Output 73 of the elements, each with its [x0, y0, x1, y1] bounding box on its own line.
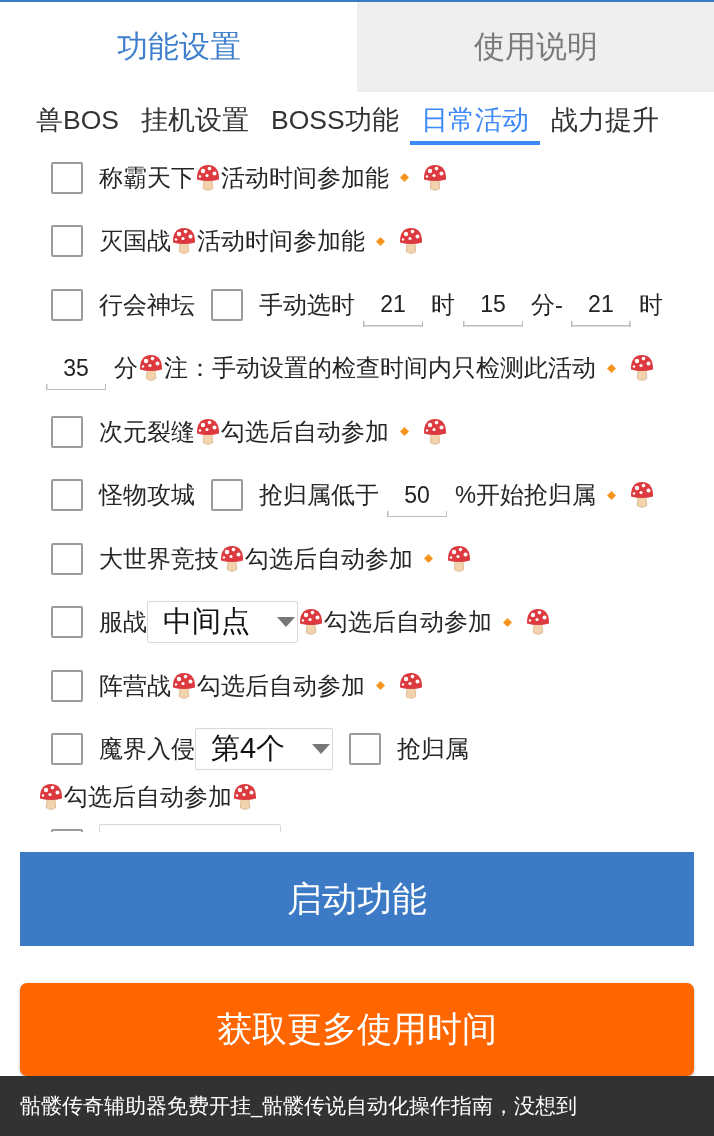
- caption-bar: 骷髅传奇辅助器免费开挂_骷髅传说自动化操作指南，没想到: [0, 1076, 714, 1136]
- diamond-icon: [376, 236, 385, 246]
- category-tab[interactable]: 挂机设置: [129, 92, 260, 145]
- option-text: 抢归属: [397, 735, 470, 765]
- mushroom-icon: [447, 544, 471, 573]
- checkbox[interactable]: [51, 669, 83, 702]
- checkbox[interactable]: [51, 542, 83, 575]
- mushroom-icon: [399, 227, 423, 256]
- checkbox[interactable]: [51, 225, 83, 258]
- mushroom-icon: [423, 417, 447, 446]
- checkbox[interactable]: [211, 479, 243, 512]
- checkbox[interactable]: [349, 733, 382, 766]
- category-tab[interactable]: 兽BOS: [25, 92, 130, 145]
- checkbox[interactable]: [51, 161, 83, 194]
- diamond-icon: [503, 617, 512, 627]
- mushroom-icon: [233, 783, 257, 811]
- mushroom-icon: [423, 163, 447, 192]
- option-text: 勾选后自动参加: [324, 608, 492, 638]
- dropdown[interactable]: 中间点: [147, 601, 298, 644]
- option-text: 时: [638, 290, 663, 320]
- option-text: 活动时间参加能: [221, 163, 389, 193]
- option-text: 灭国战: [99, 227, 171, 257]
- option-text: 魔界入侵: [99, 735, 195, 765]
- mushroom-icon: [39, 783, 63, 811]
- option-text: 勾选后自动参加: [64, 783, 232, 812]
- category-tab[interactable]: BOSS功能: [259, 92, 410, 145]
- mushroom-icon: [630, 354, 654, 383]
- caret-icon: [312, 744, 331, 755]
- option-text: 手动选时: [259, 290, 355, 320]
- dropdown[interactable]: 第4个: [195, 728, 334, 771]
- option-text: 分: [114, 354, 138, 384]
- option-text: 注：手动设置的检查时间内只检测此活动: [164, 354, 596, 384]
- checkbox[interactable]: [51, 288, 83, 321]
- diamond-icon: [400, 173, 409, 183]
- mushroom-icon: [220, 544, 244, 573]
- option-text: 大世界竞技: [99, 544, 219, 574]
- caret-icon: [277, 617, 295, 628]
- option-text: %开始抢归属: [455, 481, 597, 511]
- option-text: 勾选后自动参加: [197, 671, 365, 701]
- checkbox[interactable]: [51, 733, 83, 766]
- diamond-icon: [376, 681, 385, 691]
- category-tab[interactable]: 战力提升: [539, 92, 670, 145]
- mushroom-icon: [299, 608, 323, 637]
- option-text: 称霸天下: [99, 163, 195, 193]
- mushroom-icon: [526, 608, 550, 637]
- option-text: 阵营战: [99, 671, 171, 701]
- mushroom-icon: [172, 671, 196, 700]
- mushroom-icon: [196, 163, 220, 192]
- mushroom-icon: [139, 354, 163, 383]
- option-text: 勾选后自动参加: [221, 417, 389, 447]
- diamond-icon: [400, 427, 409, 437]
- checkbox[interactable]: [211, 288, 243, 321]
- option-text: 勾选后自动参加: [245, 544, 413, 574]
- option-text: 活动时间参加能: [197, 227, 365, 257]
- diamond-icon: [607, 363, 616, 373]
- mushroom-icon: [172, 227, 196, 256]
- action-button[interactable]: 启动功能: [20, 852, 694, 946]
- mushroom-icon: [630, 481, 655, 510]
- option-text: 行会神坛: [99, 290, 195, 320]
- option-text: 服战: [99, 608, 147, 638]
- main-tab[interactable]: 使用说明: [357, 2, 714, 92]
- diamond-icon: [607, 490, 617, 500]
- checkbox[interactable]: [51, 606, 83, 639]
- mushroom-icon: [399, 671, 423, 700]
- option-text: 分-: [531, 290, 563, 320]
- mushroom-icon: [196, 417, 220, 446]
- checkbox[interactable]: [51, 479, 83, 512]
- option-text: 时: [431, 290, 455, 320]
- option-text: 次元裂缝: [99, 417, 195, 447]
- diamond-icon: [424, 554, 433, 564]
- option-text: 抢归属低于: [259, 481, 379, 511]
- checkbox[interactable]: [51, 415, 83, 448]
- option-text: 怪物攻城: [99, 481, 195, 511]
